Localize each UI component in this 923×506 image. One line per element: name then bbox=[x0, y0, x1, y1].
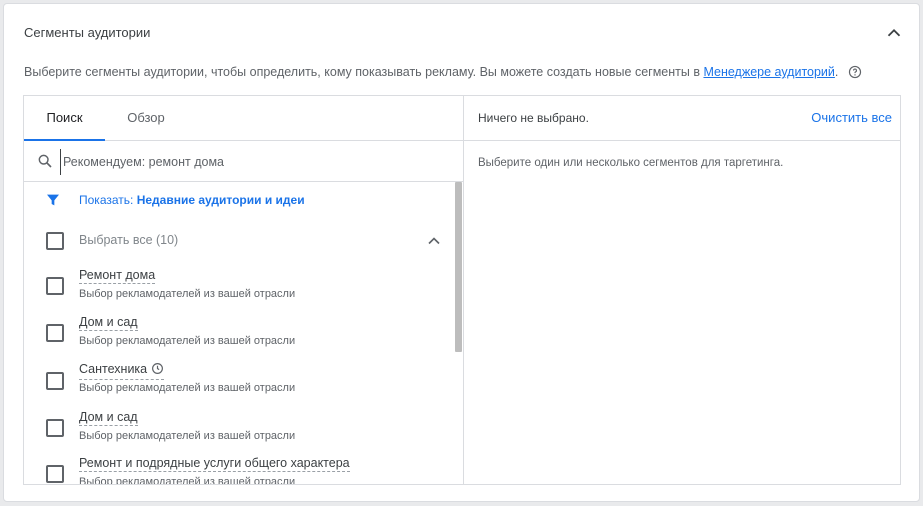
search-bar bbox=[24, 141, 463, 182]
scrollbar[interactable] bbox=[455, 182, 462, 352]
clock-icon bbox=[151, 362, 164, 378]
list-item: Дом и сад Выбор рекламодателей из вашей … bbox=[24, 410, 454, 456]
search-input[interactable] bbox=[60, 149, 455, 175]
filter-label: Показать: Недавние аудитории и идеи bbox=[79, 193, 305, 207]
tab-bar: Поиск Обзор bbox=[24, 96, 463, 141]
item-title-text: Сантехника bbox=[79, 362, 148, 376]
collapse-section-button[interactable] bbox=[883, 22, 905, 44]
chevron-up-icon bbox=[887, 28, 901, 37]
item-checkbox[interactable] bbox=[46, 277, 64, 295]
filter-row[interactable]: Показать: Недавние аудитории и идеи bbox=[24, 182, 454, 216]
audience-manager-link[interactable]: Менеджере аудиторий bbox=[703, 65, 834, 79]
item-title[interactable]: Дом и сад bbox=[79, 315, 138, 331]
tab-search[interactable]: Поиск bbox=[24, 96, 105, 140]
search-icon bbox=[38, 154, 52, 168]
filter-prefix: Показать: bbox=[79, 193, 137, 207]
select-all-row: Выбрать все (10) bbox=[24, 222, 454, 258]
selection-header: Ничего не выбрано. Очистить все bbox=[463, 96, 900, 141]
item-subtitle: Выбор рекламодателей из вашей отрасли bbox=[79, 288, 296, 300]
description-end: . bbox=[834, 65, 839, 79]
item-title[interactable]: Сантехника bbox=[79, 362, 165, 380]
item-subtitle: Выбор рекламодателей из вашей отрасли bbox=[79, 476, 296, 484]
item-checkbox[interactable] bbox=[46, 372, 64, 390]
chevron-up-icon[interactable] bbox=[424, 231, 444, 251]
filter-value: Недавние аудитории и идеи bbox=[136, 193, 305, 207]
item-checkbox[interactable] bbox=[46, 419, 64, 437]
item-title[interactable]: Ремонт дома bbox=[79, 268, 156, 284]
description-text: Выберите сегменты аудитории, чтобы опред… bbox=[24, 65, 704, 79]
section-description: Выберите сегменты аудитории, чтобы опред… bbox=[24, 65, 862, 82]
segments-browser: Поиск Обзор Показать: Недавние аудитории… bbox=[24, 96, 464, 484]
tab-browse[interactable]: Обзор bbox=[108, 96, 184, 140]
list-item: Сантехника Выбор рекламодателей из вашей… bbox=[24, 362, 454, 408]
item-checkbox[interactable] bbox=[46, 324, 64, 342]
segments-picker: Поиск Обзор Показать: Недавние аудитории… bbox=[23, 95, 901, 485]
item-subtitle: Выбор рекламодателей из вашей отрасли bbox=[79, 335, 296, 347]
list-item: Ремонт и подрядные услуги общего характе… bbox=[24, 456, 454, 484]
selection-status: Ничего не выбрано. bbox=[478, 111, 589, 125]
list-item: Ремонт дома Выбор рекламодателей из ваше… bbox=[24, 268, 454, 314]
select-all-label: Выбрать все (10) bbox=[79, 233, 179, 247]
section-title: Сегменты аудитории bbox=[24, 25, 151, 40]
list-item: Дом и сад Выбор рекламодателей из вашей … bbox=[24, 315, 454, 361]
item-title[interactable]: Дом и сад bbox=[79, 410, 138, 426]
audience-segments-card: Сегменты аудитории Выберите сегменты ауд… bbox=[3, 3, 920, 502]
selection-panel: Ничего не выбрано. Очистить все Выберите… bbox=[463, 96, 900, 484]
help-icon[interactable] bbox=[848, 65, 862, 82]
filter-icon bbox=[47, 194, 59, 206]
select-all-checkbox[interactable] bbox=[46, 232, 64, 250]
clear-all-button[interactable]: Очистить все bbox=[811, 110, 892, 125]
item-title[interactable]: Ремонт и подрядные услуги общего характе… bbox=[79, 456, 350, 472]
item-subtitle: Выбор рекламодателей из вашей отрасли bbox=[79, 382, 296, 394]
selection-hint: Выберите один или несколько сегментов дл… bbox=[478, 157, 784, 169]
item-subtitle: Выбор рекламодателей из вашей отрасли bbox=[79, 430, 296, 442]
item-checkbox[interactable] bbox=[46, 465, 64, 483]
segments-list: Показать: Недавние аудитории и идеи Выбр… bbox=[24, 182, 454, 484]
